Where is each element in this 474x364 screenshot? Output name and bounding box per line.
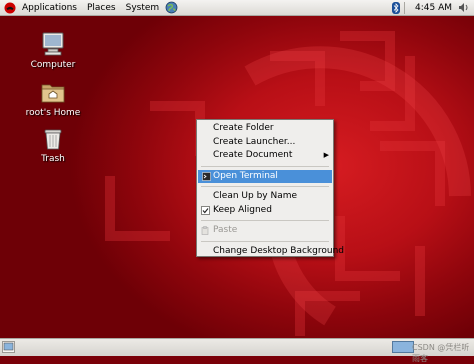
main-menu-bar: Applications Places System	[0, 0, 182, 16]
keep-aligned-label: Keep Aligned	[213, 204, 272, 215]
computer-label: Computer	[30, 60, 76, 70]
create-document-label: Create Document	[213, 150, 293, 160]
desktop-context-menu: Create Folder Create Launcher... Create …	[196, 119, 344, 259]
trash-label: Trash	[41, 154, 65, 164]
bluetooth-icon[interactable]	[392, 1, 400, 14]
submenu-arrow-icon: ▶	[323, 151, 329, 159]
top-panel: Applications Places System 4:45 AM	[0, 0, 474, 16]
paste-item[interactable]: Paste	[197, 224, 333, 238]
show-desktop-button[interactable]	[2, 341, 15, 353]
trash-desktop-icon[interactable]: Trash	[18, 124, 88, 164]
menu-separator	[201, 220, 329, 221]
trash-icon	[44, 129, 62, 150]
computer-desktop-icon[interactable]: Computer	[18, 30, 88, 70]
clean-up-label: Clean Up by Name	[213, 191, 298, 201]
create-launcher-item[interactable]: Create Launcher...	[197, 136, 333, 150]
menu-separator	[201, 165, 329, 167]
keep-aligned-item[interactable]: Keep Aligned	[197, 204, 333, 218]
tray-separator	[404, 1, 405, 14]
paste-label: Paste	[213, 225, 238, 235]
open-terminal-item[interactable]: Open Terminal	[198, 169, 332, 183]
system-tray: 4:45 AM	[392, 0, 474, 16]
change-background-label: Change Desktop Background	[213, 245, 344, 256]
paste-icon	[201, 226, 209, 235]
home-folder-desktop-icon[interactable]: root's Home	[18, 78, 88, 118]
terminal-icon	[202, 171, 211, 181]
clock[interactable]: 4:45 AM	[409, 0, 458, 16]
open-terminal-label: Open Terminal	[213, 170, 278, 181]
create-document-item[interactable]: Create Document ▶	[197, 149, 333, 163]
bottom-panel: CSDN @凭栏听雨客	[0, 338, 474, 363]
checkbox-checked-icon[interactable]	[201, 205, 210, 215]
applications-menu[interactable]: Applications	[18, 0, 81, 16]
create-folder-label: Create Folder	[213, 123, 274, 133]
create-folder-item[interactable]: Create Folder	[197, 122, 333, 136]
redhat-logo-icon	[4, 2, 16, 13]
home-folder-icon	[41, 84, 65, 103]
home-folder-label: root's Home	[25, 108, 81, 118]
network-globe-icon[interactable]	[165, 1, 178, 14]
places-menu[interactable]: Places	[83, 0, 120, 16]
change-desktop-background-item[interactable]: Change Desktop Background	[197, 245, 344, 259]
menu-separator	[201, 240, 329, 242]
workspace-1[interactable]	[392, 341, 414, 353]
create-launcher-label: Create Launcher...	[213, 136, 296, 147]
menu-separator	[201, 186, 329, 187]
show-desktop-icon	[3, 342, 14, 351]
system-menu[interactable]: System	[122, 0, 164, 16]
watermark: CSDN @凭栏听雨客	[412, 343, 470, 363]
volume-icon[interactable]	[458, 2, 470, 13]
computer-icon	[42, 32, 64, 56]
clean-up-by-name-item[interactable]: Clean Up by Name	[197, 190, 333, 204]
